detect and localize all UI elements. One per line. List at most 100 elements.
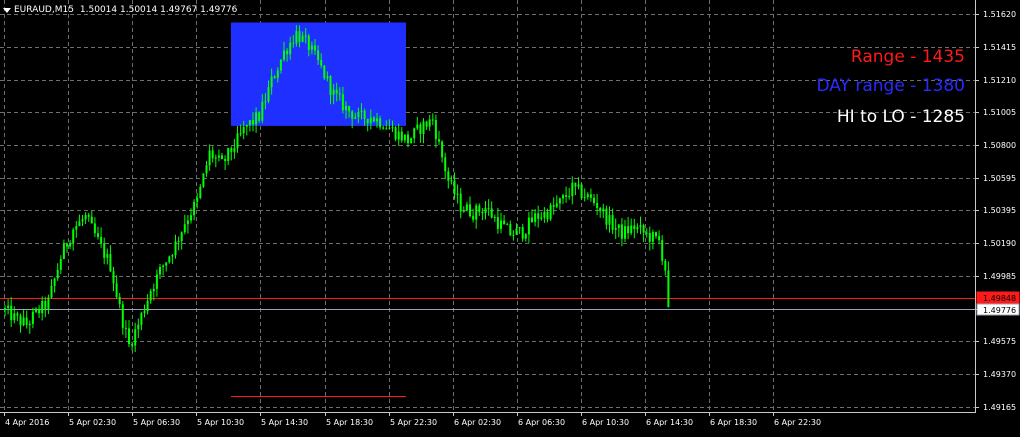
- chart-menu-icon[interactable]: [3, 7, 11, 13]
- candle: [565, 186, 568, 203]
- candle-body: [565, 195, 568, 197]
- candle: [642, 223, 645, 243]
- price-tick-label: 1.51210: [983, 76, 1016, 85]
- candle-body: [121, 304, 124, 328]
- candle-body: [25, 317, 28, 325]
- price-tick-label: 1.49370: [983, 370, 1016, 379]
- candle-body: [481, 211, 484, 214]
- candle: [661, 235, 664, 266]
- candle-body: [124, 327, 127, 329]
- candle-body: [571, 182, 574, 197]
- ohlc-values: 1.50014 1.50014 1.49767 1.49776: [79, 5, 238, 15]
- candle: [236, 125, 239, 153]
- time-tick-label: 5 Apr 02:30: [69, 418, 116, 427]
- bid-level-label-text: 1.49776: [983, 306, 1016, 315]
- candle-body: [35, 308, 37, 312]
- candle: [441, 140, 444, 163]
- candle-body: [382, 127, 385, 129]
- candle-body: [549, 205, 552, 220]
- candle-body: [459, 193, 462, 212]
- candle-body: [233, 148, 236, 152]
- candle: [19, 313, 22, 333]
- candle: [645, 228, 648, 238]
- candle: [431, 113, 434, 126]
- candle-body: [202, 173, 205, 187]
- candle-body: [425, 121, 428, 127]
- candle-body: [354, 117, 357, 119]
- candle-body: [134, 329, 137, 346]
- candle-body: [543, 211, 546, 218]
- candle: [605, 205, 608, 230]
- candle-body: [264, 101, 267, 103]
- candle: [527, 212, 530, 243]
- candle-body: [413, 128, 416, 139]
- candle-body: [512, 234, 515, 236]
- candle-body: [90, 216, 93, 224]
- candle-body: [320, 60, 323, 66]
- candle-body: [456, 193, 459, 195]
- candle: [149, 288, 152, 304]
- candle-body: [633, 225, 636, 230]
- candle-body: [379, 118, 382, 128]
- candle: [10, 297, 13, 327]
- candle-body: [506, 224, 509, 226]
- candle-body: [72, 229, 75, 243]
- candle-body: [407, 134, 409, 144]
- candle-body: [493, 217, 496, 219]
- candle-body: [624, 226, 626, 239]
- candle: [500, 212, 502, 234]
- candle: [552, 197, 555, 215]
- candle-body: [329, 76, 332, 95]
- candle-body: [546, 211, 549, 220]
- candle-body: [593, 197, 595, 203]
- candle-body: [196, 198, 199, 202]
- candle: [555, 195, 558, 209]
- candle: [118, 292, 121, 309]
- hi-lo-text: HI to LO - 1285: [836, 107, 965, 127]
- candle: [630, 218, 633, 236]
- candle: [602, 203, 605, 219]
- candle: [438, 130, 440, 146]
- candle: [518, 227, 521, 235]
- candle-body: [214, 157, 217, 159]
- candle: [655, 231, 657, 239]
- time-tick-label: 6 Apr 02:30: [454, 418, 501, 427]
- candle: [93, 217, 96, 238]
- candle-body: [149, 291, 152, 301]
- candle: [434, 114, 437, 148]
- candle: [137, 318, 140, 339]
- candle-body: [301, 35, 304, 42]
- candle-body: [338, 93, 341, 95]
- candle: [667, 261, 670, 308]
- candle: [90, 210, 93, 224]
- candle: [599, 206, 602, 218]
- range-box[interactable]: [231, 22, 406, 126]
- candle: [227, 147, 230, 166]
- candle-body: [645, 232, 648, 234]
- candle: [586, 192, 589, 200]
- candle: [543, 207, 546, 223]
- candle-body: [363, 110, 366, 119]
- candle: [124, 320, 127, 338]
- candle-body: [112, 271, 115, 284]
- candle-body: [596, 202, 599, 208]
- candle: [323, 65, 326, 80]
- candle-body: [540, 217, 543, 219]
- chart-window[interactable]: 1.51620 1.51415 1.51210 1.51005 1.50800 1.505…: [0, 0, 1020, 433]
- candle-body: [589, 194, 592, 198]
- candle-body: [245, 125, 248, 127]
- candle-body: [416, 124, 419, 129]
- price-tick-label: 1.50395: [983, 206, 1016, 215]
- price-tick-label: 1.50190: [983, 239, 1016, 248]
- candle-body: [171, 255, 174, 257]
- candle: [168, 255, 171, 264]
- candle-body: [292, 42, 295, 44]
- candle-body: [224, 158, 227, 162]
- candle: [97, 226, 99, 240]
- candle: [493, 214, 496, 222]
- candle: [211, 146, 214, 163]
- candle-body: [661, 240, 664, 261]
- candle: [50, 279, 53, 299]
- candle-body: [270, 76, 273, 88]
- red-level-label-text: 1.49848: [983, 294, 1016, 303]
